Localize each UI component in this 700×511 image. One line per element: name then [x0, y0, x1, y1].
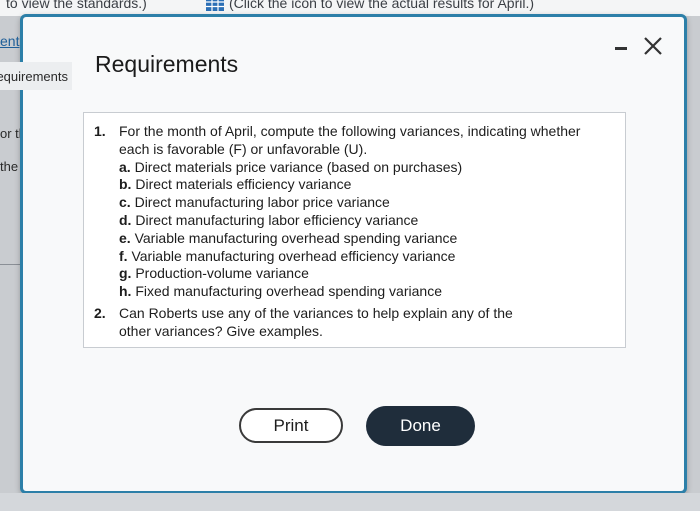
sub-requirement-text: Production-volume variance	[135, 265, 309, 282]
print-button-label: Print	[273, 415, 309, 435]
requirement-text: For the month of April, compute the foll…	[119, 123, 581, 139]
sub-requirement-text: Variable manufacturing overhead spending…	[134, 229, 458, 246]
sub-requirement-letter: e.	[119, 229, 131, 246]
background-text-fragment: or tl	[0, 126, 22, 141]
background-results-link-text[interactable]: (Click the icon to view the actual resul…	[229, 0, 534, 11]
sub-requirement-text: Variable manufacturing overhead efficien…	[131, 247, 456, 264]
sub-requirement-letter: d.	[119, 212, 132, 228]
requirement-text: Can Roberts use any of the variances to …	[119, 305, 513, 321]
sub-requirement-text: Direct manufacturing labor efficiency va…	[135, 212, 419, 228]
sub-requirement: h. Fixed manufacturing overhead spending…	[119, 283, 442, 301]
done-button-label: Done	[400, 416, 441, 435]
done-button[interactable]: Done	[366, 406, 475, 446]
sub-requirement-text: Direct materials price variance (based o…	[134, 158, 463, 175]
dialog-tab-requirements-label: equirements	[0, 68, 68, 84]
sub-requirement-letter: h.	[119, 283, 132, 300]
requirements-box: 1. For the month of April, compute the f…	[83, 112, 626, 348]
sub-requirement: g. Production-volume variance	[119, 265, 309, 283]
sub-requirement-letter: b.	[119, 176, 132, 193]
print-button[interactable]: Print	[239, 408, 343, 443]
sub-requirement-letter: a.	[119, 158, 131, 175]
sub-requirement-text: Fixed manufacturing overhead spending va…	[135, 283, 442, 300]
sub-requirement-text: Direct manufacturing labor price varianc…	[134, 194, 390, 211]
background-bottom-strip	[0, 493, 700, 511]
sub-requirement-text: Direct materials efficiency variance	[135, 176, 352, 193]
sub-requirement: f. Variable manufacturing overhead effic…	[119, 248, 455, 266]
background-text-fragment: the	[0, 159, 19, 174]
sub-requirement: d. Direct manufacturing labor efficiency…	[119, 212, 418, 230]
requirement-number: 2.	[94, 305, 106, 321]
sub-requirement: b. Direct materials efficiency variance	[119, 176, 351, 194]
spreadsheet-grid-icon[interactable]	[205, 0, 225, 12]
requirement-text: other variances? Give examples.	[119, 322, 323, 339]
background-instruction-text: to view the standards.)	[6, 0, 147, 11]
sub-requirement: a. Direct materials price variance (base…	[119, 159, 462, 177]
close-icon[interactable]	[642, 34, 664, 58]
sub-requirement: c. Direct manufacturing labor price vari…	[119, 194, 390, 212]
minimize-icon[interactable]	[613, 38, 631, 56]
dialog-title: Requirements	[95, 51, 239, 77]
dialog-tab-link[interactable]: ent	[0, 33, 19, 49]
requirement-number: 1.	[94, 123, 106, 139]
sub-requirement: e. Variable manufacturing overhead spend…	[119, 230, 457, 248]
sub-requirement-letter: g.	[119, 265, 132, 282]
background-divider	[0, 264, 22, 265]
sub-requirement-letter: f.	[119, 247, 128, 264]
dialog-tab-requirements[interactable]: equirements	[0, 62, 72, 90]
sub-requirement-letter: c.	[119, 194, 131, 211]
requirement-text: each is favorable (F) or unfavorable (U)…	[119, 140, 368, 157]
